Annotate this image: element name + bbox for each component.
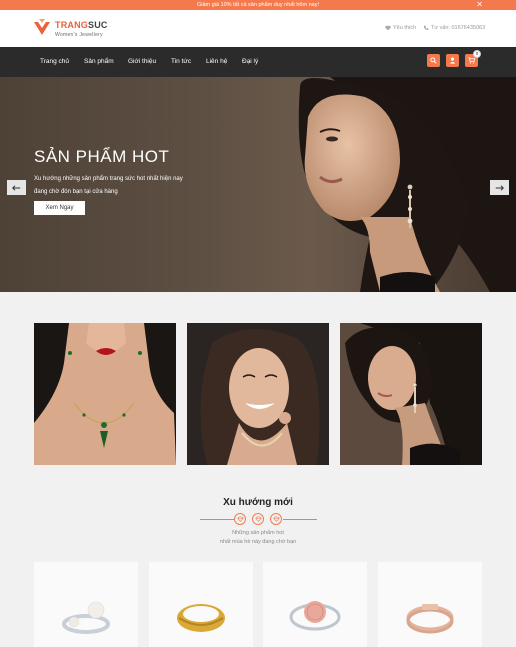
title-divider-left — [200, 519, 234, 520]
nav-item-agents[interactable]: Đại lý — [242, 47, 258, 77]
promo-bar: Giảm giá 10% tất cả sản phẩm duy nhất hô… — [0, 0, 516, 10]
cart-count-badge: 0 — [473, 50, 481, 58]
diamond-icon — [270, 513, 282, 525]
brand-accent: SUC — [88, 20, 108, 30]
heart-icon — [385, 25, 391, 31]
brand-tagline: Women's Jewellery — [55, 32, 103, 38]
diamond-icon — [234, 513, 246, 525]
pearl-ring-image — [34, 562, 138, 647]
collection-image-smile[interactable] — [187, 323, 329, 465]
search-button[interactable] — [427, 54, 440, 67]
hero-desc-line-2: đang chờ đón bạn tại cửa hàng — [34, 189, 118, 195]
rose-gold-ring-image — [378, 562, 482, 647]
product-card[interactable] — [149, 562, 253, 647]
view-now-button[interactable]: Xem Ngay — [34, 201, 85, 215]
cart-icon — [468, 57, 475, 64]
product-card[interactable] — [34, 562, 138, 647]
hotline-link[interactable]: Tư vấn: 01676435063 — [423, 25, 485, 31]
next-slide-button[interactable] — [490, 180, 509, 195]
main-nav: Trang chủ Sản phẩm Giới thiệu Tin tức Li… — [0, 47, 516, 77]
nav-item-contact[interactable]: Liên hệ — [206, 47, 227, 77]
wishlist-link[interactable]: Yêu thích — [385, 25, 416, 31]
hero-description: Xu hướng những sản phẩm trang sức hot nh… — [34, 173, 204, 199]
product-card[interactable] — [378, 562, 482, 647]
trend-section-title: Xu hướng mới — [223, 497, 293, 508]
promo-text: Giảm giá 10% tất cả sản phẩm duy nhất hô… — [197, 2, 319, 8]
hero-title: SẢN PHẨM HOT — [34, 147, 170, 166]
nav-item-about[interactable]: Giới thiệu — [128, 47, 156, 77]
hero-model-image — [298, 77, 516, 292]
wishlist-label: Yêu thích — [393, 25, 417, 31]
tag-ring-image — [263, 562, 367, 647]
trend-subtitle-line-1: Những sản phẩm hot — [232, 530, 284, 536]
prev-slide-button[interactable] — [7, 180, 26, 195]
brand-name[interactable]: TRANGSUC — [55, 20, 108, 30]
site-header: TRANGSUC Women's Jewellery Yêu thích Tư … — [0, 10, 516, 47]
hotline-label: Tư vấn: 01676435063 — [431, 25, 486, 31]
brand-main: TRANG — [55, 20, 88, 30]
diamond-icon — [252, 513, 264, 525]
trend-subtitle-line-2: nhất mùa hè này đang chờ bạn — [219, 539, 297, 545]
close-icon[interactable]: ✕ — [476, 0, 483, 10]
arrow-left-icon — [12, 184, 21, 191]
title-divider-right — [283, 519, 317, 520]
nav-item-products[interactable]: Sản phẩm — [84, 47, 114, 77]
product-card[interactable] — [263, 562, 367, 647]
phone-icon — [423, 25, 429, 30]
account-button[interactable] — [446, 54, 459, 67]
gold-ring-image — [149, 562, 253, 647]
user-icon — [449, 57, 456, 64]
collection-image-necklace[interactable] — [34, 323, 176, 465]
logo-icon[interactable] — [33, 18, 51, 36]
nav-item-home[interactable]: Trang chủ — [40, 47, 69, 77]
collection-image-earrings[interactable] — [340, 323, 482, 465]
hero-banner: SẢN PHẨM HOT Xu hướng những sản phẩm tra… — [0, 77, 516, 292]
search-icon — [430, 57, 437, 64]
hero-desc-line-1: Xu hướng những sản phẩm trang sức hot nh… — [34, 176, 183, 182]
nav-item-news[interactable]: Tin tức — [171, 47, 191, 77]
arrow-right-icon — [495, 184, 504, 191]
